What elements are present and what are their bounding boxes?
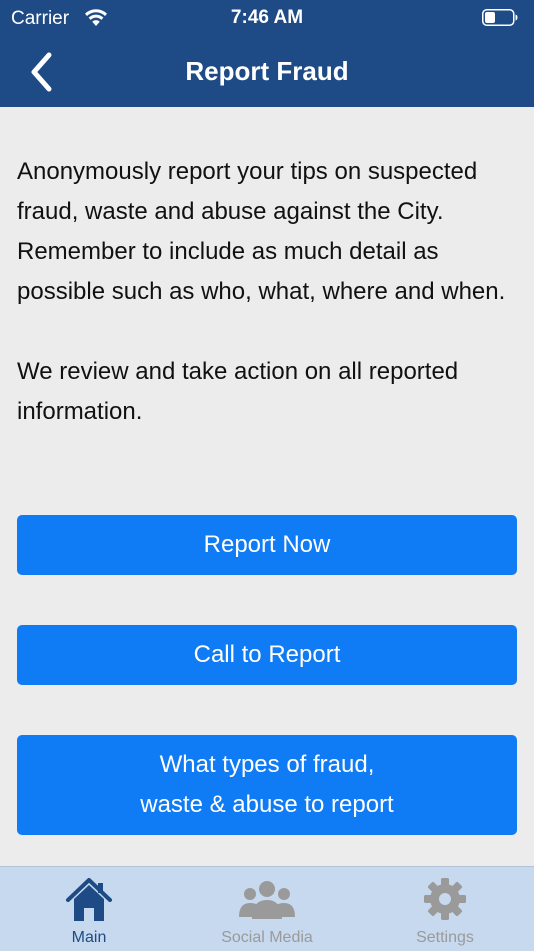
tab-settings[interactable]: Settings	[356, 867, 534, 951]
call-to-report-button[interactable]: Call to Report	[17, 625, 517, 685]
gear-icon	[356, 877, 534, 923]
navigation-bar: Report Fraud	[0, 36, 534, 107]
tab-social-media-label: Social Media	[221, 929, 313, 946]
tab-bar: Main Social Media Settings	[0, 866, 534, 951]
home-icon	[0, 877, 178, 923]
tab-settings-label: Settings	[416, 929, 474, 946]
people-icon	[178, 877, 356, 923]
status-bar: Carrier 7:46 AM	[0, 0, 534, 36]
tab-social-media[interactable]: Social Media	[178, 867, 356, 951]
fraud-types-button[interactable]: What types of fraud, waste & abuse to re…	[17, 735, 517, 835]
clock-time: 7:46 AM	[230, 7, 304, 28]
description-paragraph-2: We review and take action on all reporte…	[17, 358, 459, 425]
app-header: Carrier 7:46 AM Report Fraud	[0, 0, 534, 107]
fraud-types-button-line-2: waste & abuse to report	[140, 791, 394, 818]
fraud-types-button-line-1: What types of fraud,	[159, 751, 375, 778]
description-paragraph-1: Anonymously report your tips on suspecte…	[17, 158, 506, 305]
page-title: Report Fraud	[185, 56, 349, 86]
tab-main[interactable]: Main	[0, 867, 178, 951]
description-text: Anonymously report your tips on suspecte…	[17, 152, 522, 432]
report-now-button[interactable]: Report Now	[17, 515, 517, 575]
battery-icon	[482, 9, 518, 26]
tab-main-label: Main	[71, 929, 107, 946]
